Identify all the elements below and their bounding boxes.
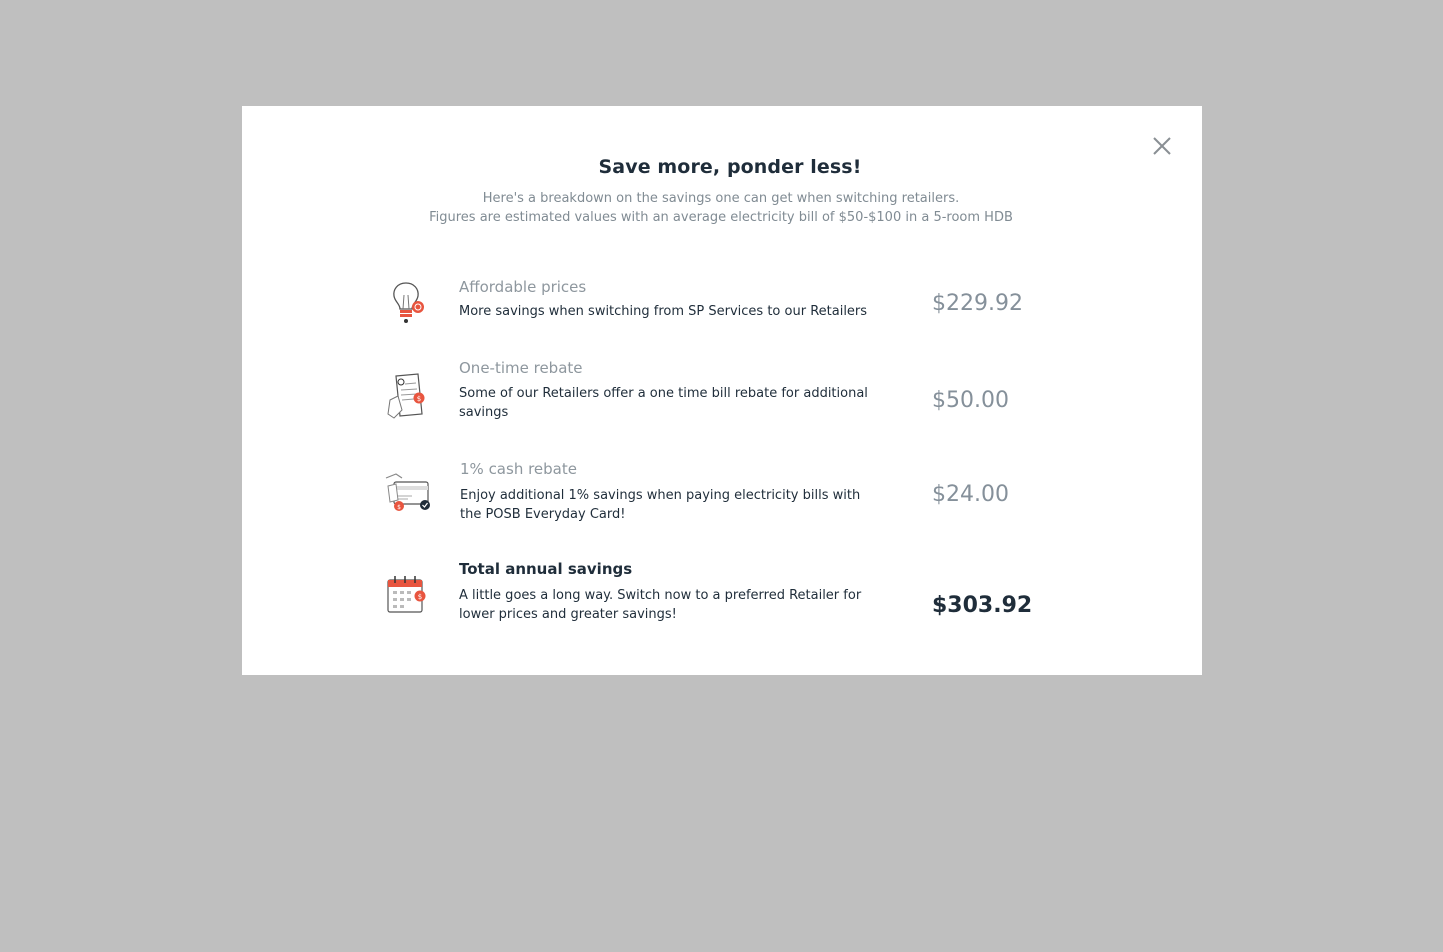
savings-row-affordable-prices: Affordable prices More savings when swit…	[242, 274, 1202, 334]
close-icon[interactable]	[1150, 134, 1174, 158]
row-amount: $50.00	[932, 388, 1009, 413]
svg-text:$: $	[417, 395, 421, 403]
svg-text:$: $	[418, 593, 422, 601]
row-description: Some of our Retailers offer a one time b…	[459, 386, 868, 420]
total-amount: $303.92	[932, 593, 1033, 618]
row-title: Affordable prices	[459, 278, 587, 296]
savings-row-total: $ Total annual savings A little goes a l…	[242, 558, 1202, 628]
row-amount: $229.92	[932, 291, 1023, 316]
savings-row-one-time-rebate: $ One-time rebate Some of our Retailers …	[242, 356, 1202, 426]
row-title: One-time rebate	[459, 359, 583, 377]
row-title: 1% cash rebate	[460, 460, 577, 478]
row-description: More savings when switching from SP Serv…	[459, 304, 868, 319]
modal-title: Save more, ponder less!	[598, 156, 862, 178]
row-title: Total annual savings	[459, 560, 633, 578]
svg-text:$: $	[397, 504, 401, 511]
bill-rebate-icon: $	[384, 370, 432, 422]
modal-subtitle-line2: Figures are estimated values with an ave…	[429, 210, 1013, 225]
savings-row-cash-rebate: $ 1% cash rebate Enjoy additional 1% sav…	[242, 458, 1202, 528]
row-description: Enjoy additional 1% savings when paying …	[460, 488, 861, 522]
lightbulb-icon	[384, 277, 432, 329]
savings-modal: Save more, ponder less! Here's a breakdo…	[242, 106, 1202, 675]
modal-subtitle-line1: Here's a breakdown on the savings one ca…	[482, 191, 960, 206]
card-cash-icon: $	[384, 470, 432, 522]
row-amount: $24.00	[932, 482, 1009, 507]
calendar-icon: $	[384, 568, 432, 620]
row-description: A little goes a long way. Switch now to …	[459, 588, 862, 622]
